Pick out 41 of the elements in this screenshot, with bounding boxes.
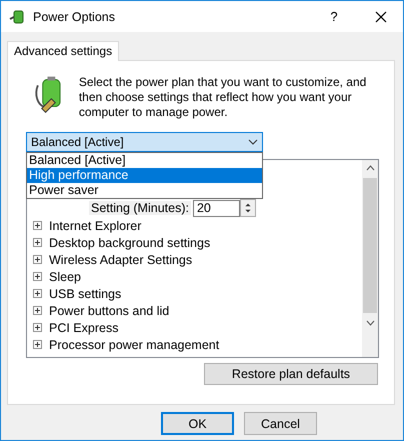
expand-icon[interactable] [33,323,42,332]
tree-item-label: Internet Explorer [49,218,142,232]
setting-label: Setting (Minutes): [89,201,191,215]
help-button[interactable]: ? [319,9,349,24]
tree-item-label: PCI Express [49,320,118,334]
plan-option[interactable]: Balanced [Active] [27,153,262,168]
tree-item[interactable]: Power buttons and lid [33,302,362,319]
tree-item[interactable]: Desktop background settings [33,234,362,251]
close-icon[interactable] [375,10,387,22]
dialog-button[interactable]: Cancel [244,412,317,435]
spinner-icon[interactable] [240,199,256,217]
tree-item-label: Processor power management [49,338,220,352]
expand-icon[interactable] [33,272,42,281]
tree-item[interactable]: Sleep [33,268,362,285]
window-title: Power Options [33,10,116,24]
intro-text: Select the power plan that you want to customize, and then choose settings that reflect how you want your computer to manage power. [78,75,368,120]
tab[interactable]: Advanced settings [7,41,120,61]
restore-defaults-button[interactable]: Restore plan defaults [204,363,378,385]
expand-icon[interactable] [33,340,42,349]
chevron-icon [248,139,258,145]
expand-icon[interactable] [33,238,42,247]
tree-item-label: USB settings [49,286,122,300]
tree-item-label: Desktop background settings [49,236,210,250]
tree-item[interactable]: Internet Explorer [33,217,362,234]
expand-icon[interactable] [33,306,42,315]
expand-icon[interactable] [33,255,42,264]
tree-item[interactable]: USB settings [33,285,362,302]
scrollbar[interactable] [362,160,378,357]
tree-item[interactable]: PCI Express [33,319,362,336]
plan-option[interactable]: High performance [27,168,262,183]
expand-icon[interactable] [33,221,42,230]
minutes-field[interactable]: 20 [192,200,240,216]
tree-item-label: Wireless Adapter Settings [49,252,192,266]
tree-item-label: Power buttons and lid [49,304,170,318]
expand-icon[interactable] [33,289,42,298]
dialog-button[interactable]: OK [161,412,234,435]
tree-item-label: Sleep [49,270,81,284]
tree-item[interactable]: Wireless Adapter Settings [33,251,362,268]
plan-dropdown[interactable]: Balanced [Active] [26,132,263,152]
tree-item[interactable]: Processor power management [33,336,362,353]
plan-option[interactable]: Power saver [27,183,262,198]
